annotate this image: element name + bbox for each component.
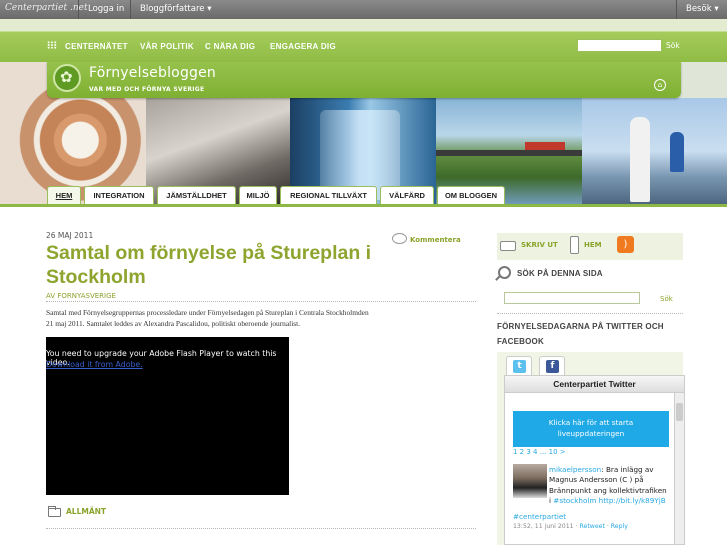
sidebar-search-button[interactable]: Sök: [660, 295, 673, 303]
folder-icon: [48, 506, 61, 517]
post-body-line: Samtal med Förnyelsegruppernas processle…: [46, 308, 369, 317]
facebook-icon: f: [546, 360, 559, 373]
header-banner: Förnyelsebloggen VAR MED OCH FÖRNYA SVER…: [0, 62, 727, 204]
tab-regional-tillvaxt[interactable]: REGIONAL TILLVÄXT: [280, 186, 377, 204]
printer-icon[interactable]: [500, 241, 516, 251]
divider: [46, 301, 476, 302]
tweet-meta: 13:52, 11 juni 2011 · Retweet · Reply: [513, 523, 628, 530]
divider: [130, 0, 131, 19]
twitter-tab[interactable]: t: [506, 356, 532, 376]
hashtag-link[interactable]: #centerpartiet: [513, 512, 566, 521]
child-figure: [670, 132, 684, 172]
sidebar-search-input[interactable]: [504, 292, 640, 304]
tweet-user-link[interactable]: mikaelpersson: [549, 465, 601, 474]
feed-scrollbar[interactable]: [674, 393, 684, 544]
comment-bubble-icon[interactable]: [392, 233, 407, 244]
divider: [78, 0, 79, 19]
live-button-line: liveuppdateringen: [557, 429, 625, 438]
video-player[interactable]: You need to upgrade your Adobe Flash Pla…: [46, 337, 289, 495]
adobe-download-link[interactable]: Download it from Adobe.: [46, 360, 143, 369]
post-author[interactable]: AV FORNYASVERIGE: [46, 292, 116, 300]
authors-menu-label: Bloggförfattare: [140, 4, 205, 14]
divider: [46, 528, 476, 529]
mobile-icon[interactable]: [570, 236, 579, 254]
post-category-link[interactable]: ALLMÄNT: [66, 507, 106, 516]
sidebar-tools: SKRIV UT HEM ): [497, 233, 683, 260]
sidebar-social-heading: FÖRNYELSEDAGARNA PÅ TWITTER OCH: [497, 322, 664, 331]
nav-centernatet[interactable]: CENTERNÄTET: [65, 42, 128, 51]
facebook-tab[interactable]: f: [539, 356, 565, 376]
chevron-down-icon: ▾: [714, 4, 719, 14]
live-button-line: Klicka här för att starta: [548, 418, 634, 427]
feed-pagination[interactable]: 1 2 3 4 ... 10 >: [513, 448, 566, 456]
tab-underline: [0, 204, 727, 207]
post-body: Samtal med Förnyelsegruppernas processle…: [46, 307, 406, 329]
top-navigation: CENTERNÄTET VÅR POLITIK C NÄRA DIG ENGAG…: [0, 31, 727, 62]
visit-menu[interactable]: Besök ▾: [686, 4, 719, 14]
nav-engagera-dig[interactable]: ENGAGERA DIG: [270, 42, 336, 51]
twitter-bird-icon: t: [513, 360, 526, 373]
top-search-button[interactable]: Sök: [666, 41, 680, 50]
nav-var-politik[interactable]: VÅR POLITIK: [140, 42, 194, 51]
train-shape: [525, 142, 565, 150]
header-strip: [0, 19, 727, 31]
blog-tagline: VAR MED OCH FÖRNYA SVERIGE: [89, 86, 205, 93]
post-date: 26 MAJ 2011: [46, 231, 94, 240]
tweet-segment: i: [549, 496, 551, 506]
tab-integration[interactable]: INTEGRATION: [84, 186, 154, 204]
start-live-update-button[interactable]: Klicka här för att starta liveuppdaterin…: [513, 411, 669, 447]
tweet-text: mikaelpersson: Bra inlägg av Magnus Ande…: [549, 465, 671, 507]
category-tabs: HEM INTEGRATION JÄMSTÄLLDHET MILJÖ REGIO…: [0, 185, 727, 204]
top-search-input[interactable]: [577, 39, 662, 52]
tweet-time: 13:52, 11 juni 2011: [513, 523, 574, 530]
sidebar-social-heading-cont: FACEBOOK: [497, 337, 544, 346]
home-icon[interactable]: ⌂: [654, 79, 666, 91]
tweet-text-cont: #centerpartiet: [513, 512, 635, 522]
divider: [676, 0, 677, 19]
authors-menu[interactable]: Bloggförfattare ▾: [140, 4, 211, 14]
post-body-line: 21 maj 2011. Samtalet leddes av Alexandr…: [46, 319, 301, 328]
rss-icon[interactable]: ): [617, 236, 634, 253]
sidebar-search-heading: SÖK PÅ DENNA SIDA: [517, 269, 603, 278]
comment-link[interactable]: Kommentera: [410, 236, 461, 244]
tab-valfard[interactable]: VÄLFÄRD: [380, 186, 434, 204]
admin-bar: Centerpartiet .net Logga in Bloggförfatt…: [0, 0, 727, 19]
home-button[interactable]: HEM: [584, 241, 602, 249]
tab-om-bloggen[interactable]: OM BLOGGEN: [437, 186, 505, 204]
tab-hem[interactable]: HEM: [47, 186, 81, 204]
retweet-link[interactable]: Retweet: [580, 523, 605, 530]
reply-link[interactable]: Reply: [611, 523, 628, 530]
divider: [497, 313, 683, 314]
nav-c-nara-dig[interactable]: C NÄRA DIG: [205, 42, 255, 51]
scrollbar-thumb[interactable]: [676, 403, 683, 421]
tab-jamstalldhet[interactable]: JÄMSTÄLLDHET: [157, 186, 236, 204]
twitter-feed-title: Centerpartiet Twitter: [505, 376, 684, 393]
tweet-url-link[interactable]: http://bit.ly/k89YjB: [599, 496, 666, 505]
bridge-shape: [436, 150, 582, 156]
tweet-segment: Brännpunkt ang kollektivtrafiken: [549, 485, 667, 495]
grid-menu-icon[interactable]: [47, 41, 57, 49]
chevron-down-icon: ▾: [207, 4, 212, 14]
tweet-segment: : Bra inlägg av: [601, 465, 654, 474]
site-logo[interactable]: Centerpartiet .net: [5, 3, 88, 13]
blog-name[interactable]: Förnyelsebloggen: [89, 65, 216, 81]
visit-menu-label: Besök: [686, 4, 712, 14]
blog-title-bar: Förnyelsebloggen VAR MED OCH FÖRNYA SVER…: [47, 62, 681, 98]
twitter-widget: t f Centerpartiet Twitter Klicka här för…: [497, 352, 685, 545]
search-icon: [498, 266, 511, 279]
print-button[interactable]: SKRIV UT: [521, 241, 558, 249]
hashtag-link[interactable]: #stockholm: [553, 496, 596, 505]
login-link[interactable]: Logga in: [88, 4, 124, 14]
tab-miljo[interactable]: MILJÖ: [239, 186, 277, 204]
tweet-segment: Magnus Andersson (C ) på: [549, 475, 644, 485]
post-title[interactable]: Samtal om förnyelse på Stureplan i Stock…: [46, 241, 391, 289]
avatar[interactable]: [513, 464, 547, 498]
centerpartiet-emblem-icon[interactable]: [53, 64, 81, 92]
twitter-feed: Centerpartiet Twitter Klicka här för att…: [504, 375, 685, 545]
